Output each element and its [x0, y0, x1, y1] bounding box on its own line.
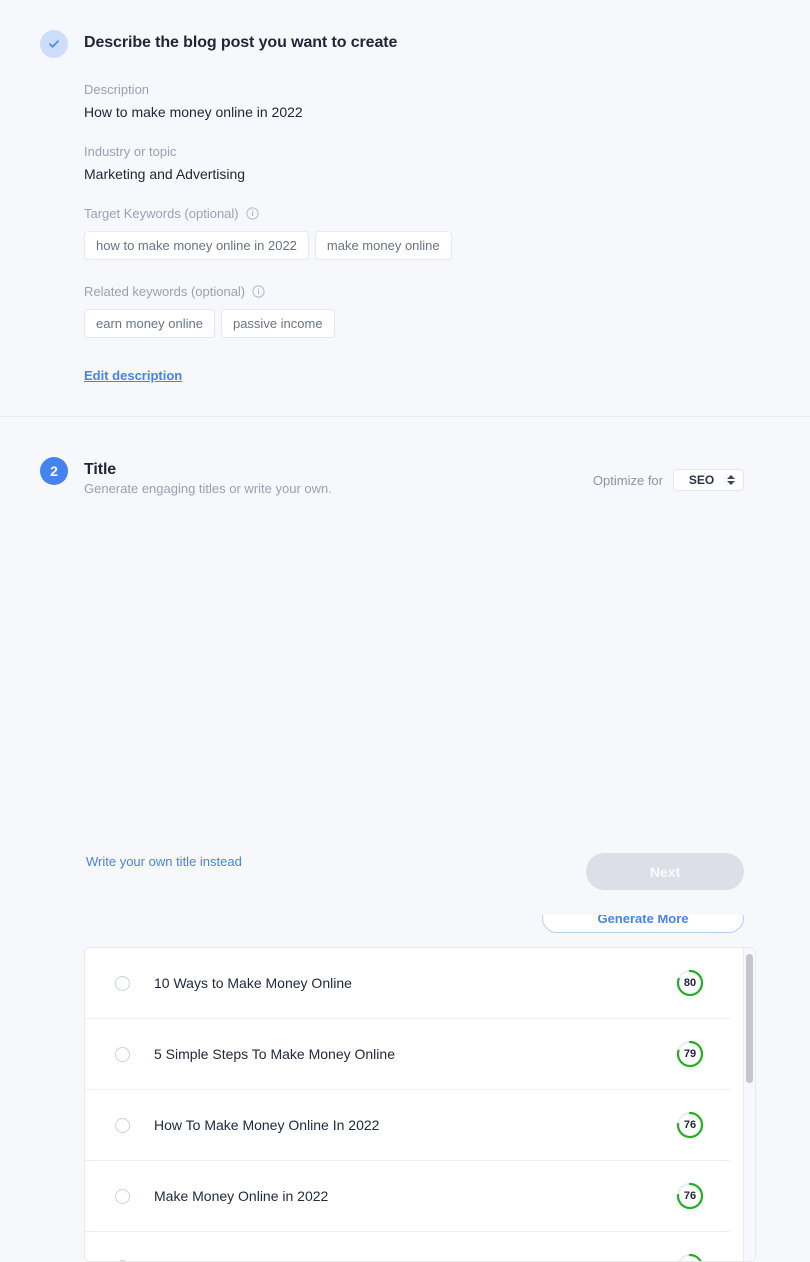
optimize-for-selected-value: SEO [688, 473, 715, 487]
related-keywords-chips: earn money online passive income [84, 309, 810, 338]
title-option-label: 5 Simple Steps To Make Money Online [154, 1046, 395, 1062]
target-keywords-chips: how to make money online in 2022 make mo… [84, 231, 810, 260]
title-list-rows: 10 Ways to Make Money Online 80 5 Simple S… [85, 948, 730, 1261]
step-1-describe-section: Describe the blog post you want to creat… [0, 0, 810, 417]
wizard-footer: Write your own title instead Next [0, 845, 810, 915]
score-value: 75 [676, 1253, 704, 1261]
keyword-chip[interactable]: earn money online [84, 309, 215, 338]
info-icon[interactable] [252, 285, 265, 298]
optimize-for-control: Optimize for SEO [593, 469, 744, 491]
step-1-complete-badge [40, 30, 68, 58]
title-option-radio[interactable] [115, 1046, 130, 1062]
industry-value: Marketing and Advertising [84, 166, 246, 182]
stepper-updown-icon [727, 475, 735, 485]
step-2-number-badge: 2 [40, 457, 68, 485]
info-icon[interactable] [246, 207, 259, 220]
title-list-scrollbar-track[interactable] [744, 947, 756, 1262]
related-keywords-label: Related keywords (optional) [84, 284, 810, 299]
score-value: 79 [683, 1048, 697, 1060]
title-suggestions-list: 10 Ways to Make Money Online 80 5 Simple S… [84, 947, 744, 1262]
title-list-scrollbar-thumb[interactable] [746, 954, 753, 1083]
keyword-chip[interactable]: make money online [314, 231, 452, 260]
title-score-gauge: 75 [676, 1253, 704, 1261]
step-1-title: Describe the blog post you want to creat… [84, 34, 398, 51]
target-keywords-group: Target Keywords (optional) how to make m… [84, 206, 810, 260]
description-label: Description [84, 82, 150, 97]
keyword-chip[interactable]: how to make money online in 2022 [84, 231, 309, 260]
title-score-gauge: 76 [676, 1182, 704, 1210]
industry-label: Industry or topic [84, 144, 177, 159]
check-icon [47, 37, 61, 51]
score-value: 80 [683, 977, 697, 989]
title-option-label: How to Make Money Online in 2022 [154, 1259, 676, 1261]
title-option-row[interactable]: 5 Simple Steps To Make Money Online 79 [85, 1019, 730, 1090]
title-option-row[interactable]: Make Money Online in 2022 76 [85, 1161, 730, 1232]
title-score-gauge: 80 [676, 969, 704, 997]
keyword-chip[interactable]: passive income [220, 309, 335, 338]
next-button[interactable]: Next [586, 853, 744, 890]
description-value: How to make money online in 2022 [84, 104, 303, 120]
step-2-title-section: 2 Title Generate engaging titles or writ… [0, 417, 810, 1262]
optimize-for-select[interactable]: SEO [673, 469, 744, 491]
optimize-for-label: Optimize for [592, 472, 663, 488]
edit-description-link[interactable]: Edit description [84, 368, 182, 383]
industry-field-group: Industry or topic Marketing and Advertis… [84, 144, 810, 182]
write-your-own-title-link[interactable]: Write your own title instead [86, 854, 242, 869]
related-keywords-group: Related keywords (optional) earn money o… [84, 284, 810, 338]
title-score-gauge: 79 [676, 1040, 704, 1068]
title-option-radio[interactable] [115, 1117, 130, 1133]
target-keywords-label: Target Keywords (optional) [84, 206, 810, 221]
score-value: 76 [683, 1119, 697, 1131]
score-value: 76 [683, 1190, 697, 1202]
title-list-scroll-viewport: 10 Ways to Make Money Online 80 5 Simple S… [85, 948, 743, 1261]
title-option-radio[interactable] [115, 975, 130, 991]
step-1-header: Describe the blog post you want to creat… [0, 28, 810, 58]
title-option-label: 10 Ways to Make Money Online [154, 975, 352, 991]
title-option-label: Make Money Online in 2022 [154, 1188, 329, 1204]
title-option-row[interactable]: 10 Ways to Make Money Online 80 [85, 948, 730, 1019]
title-option-radio[interactable] [115, 1259, 130, 1261]
title-option-radio[interactable] [115, 1188, 130, 1204]
title-score-gauge: 76 [676, 1111, 704, 1139]
title-option-row[interactable]: How to Make Money Online in 202275 [85, 1232, 730, 1261]
title-option-row[interactable]: How To Make Money Online In 2022 76 [85, 1090, 730, 1161]
title-option-label: How To Make Money Online In 2022 [154, 1117, 380, 1133]
description-field-group: Description How to make money online in … [84, 82, 810, 120]
